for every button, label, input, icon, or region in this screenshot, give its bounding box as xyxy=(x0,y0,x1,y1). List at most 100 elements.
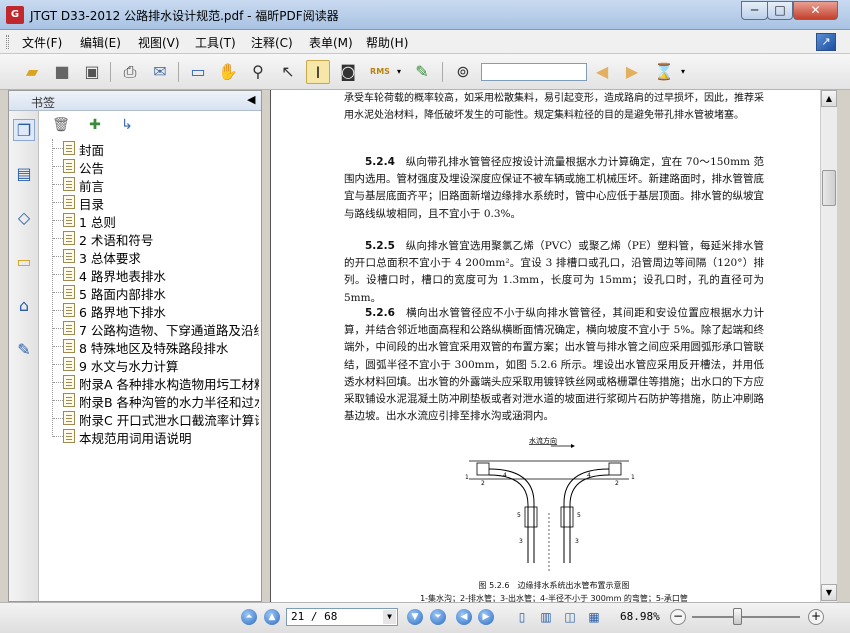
bookmark-item[interactable]: 1 总则 xyxy=(41,211,259,230)
menu-file[interactable]: 文件(F) xyxy=(22,34,62,51)
scroll-down-icon[interactable]: ▼ xyxy=(821,584,837,601)
find-binoculars-icon[interactable]: ⊚ xyxy=(451,60,475,84)
bookmark-page-icon xyxy=(63,429,75,443)
comments-tab-icon[interactable]: ▭ xyxy=(13,251,35,273)
select-arrow-icon[interactable]: ↖ xyxy=(276,60,300,84)
paragraph-continued: 承受车轮荷载的概率较高，如采用松散集料，易引起变形，造成路肩的过早损坏，因此，推… xyxy=(344,93,764,122)
bookmark-item[interactable]: 封面 xyxy=(41,139,259,158)
bookmark-toolbar: 🗑 ✚ ↳ xyxy=(41,113,261,137)
page-dropdown-icon[interactable]: ▼ xyxy=(383,610,396,624)
add-bookmark-icon[interactable]: ✚ xyxy=(85,115,105,135)
bookmark-item[interactable]: 9 水文与水力计算 xyxy=(41,355,259,374)
bookmark-item[interactable]: 本规范用词用语说明 xyxy=(41,427,259,446)
bookmark-item[interactable]: 5 路面内部排水 xyxy=(41,283,259,302)
continuous-icon[interactable]: ▥ xyxy=(538,609,554,625)
last-page-icon[interactable]: ⏷ xyxy=(430,609,446,625)
clause-text: 横向出水管管径应不小于纵向排水管管径，其间距和安设位置应根据水力计算，并结合邻近… xyxy=(344,307,765,423)
snapshot-icon[interactable]: ◙ xyxy=(336,60,360,84)
open-folder-icon[interactable]: ▰ xyxy=(20,60,44,84)
bookmark-item[interactable]: 2 术语和符号 xyxy=(41,229,259,248)
print-icon[interactable]: ⎙ xyxy=(118,60,142,84)
layers-tab-icon[interactable]: ◇ xyxy=(13,207,35,229)
menu-grip[interactable] xyxy=(6,35,9,49)
hand-tool-icon[interactable]: ✋ xyxy=(216,60,240,84)
zoom-in-icon[interactable]: + xyxy=(808,609,824,625)
zoom-out-icon[interactable]: − xyxy=(670,609,686,625)
toolbar-separator xyxy=(110,62,111,82)
continuous-facing-icon[interactable]: ▦ xyxy=(586,609,602,625)
bookmark-item[interactable]: 公告 xyxy=(41,157,259,176)
zoom-slider-thumb[interactable] xyxy=(732,608,742,625)
clause-number: 5.2.6 xyxy=(365,307,395,319)
menu-form[interactable]: 表单(M) xyxy=(309,34,353,51)
document-view[interactable]: 承受车轮荷载的概率较高，如采用松散集料，易引起变形，造成路肩的过早损坏，因此，推… xyxy=(270,90,820,602)
foxit-corner-icon[interactable]: ↗ xyxy=(816,33,836,51)
close-button[interactable]: ✕ xyxy=(793,1,838,20)
bookmark-page-icon xyxy=(63,249,75,263)
back-icon[interactable]: ◀ xyxy=(456,609,472,625)
rms-dropdown-icon[interactable]: ▾ xyxy=(394,60,404,84)
bookmark-item[interactable]: 附录B 各种沟管的水力半径和过水 xyxy=(41,391,259,410)
bookmark-item[interactable]: 附录C 开口式泄水口截流率计算诺 xyxy=(41,409,259,428)
menu-help[interactable]: 帮助(H) xyxy=(366,34,408,51)
maximize-button[interactable]: □ xyxy=(767,1,793,20)
bookmark-item[interactable]: 8 特殊地区及特殊路段排水 xyxy=(41,337,259,356)
callout-3-right: 3 xyxy=(575,538,579,545)
bookmark-item[interactable]: 目录 xyxy=(41,193,259,212)
fullscreen-icon[interactable]: ▭ xyxy=(186,60,210,84)
bookmark-page-icon xyxy=(63,231,75,245)
page-number-field[interactable]: 21 / 68 ▼ xyxy=(286,608,398,626)
menu-comment[interactable]: 注释(C) xyxy=(251,34,293,51)
bookmark-item[interactable]: 前言 xyxy=(41,175,259,194)
sign-icon[interactable]: ✎ xyxy=(410,60,434,84)
bookmark-tree: 封面 公告 前言 目录 1 总则 2 术语和符号 3 总体要求 4 路界地表排水… xyxy=(41,139,259,597)
window-title: JTGT D33-2012 公路排水设计规范.pdf - 福昕PDF阅读器 xyxy=(30,9,339,23)
single-page-icon[interactable]: ▯ xyxy=(514,609,530,625)
highlight-icon[interactable]: ⌛ xyxy=(652,60,676,84)
attachments-tab-icon[interactable]: ⌂ xyxy=(13,295,35,317)
add-child-bookmark-icon[interactable]: ↳ xyxy=(117,115,137,135)
flow-direction-label: 水流方向 xyxy=(529,436,557,445)
first-page-icon[interactable]: ⏶ xyxy=(241,609,257,625)
clause-number: 5.2.4 xyxy=(365,156,395,168)
email-icon[interactable]: ✉ xyxy=(148,60,172,84)
title-bar: G JTGT D33-2012 公路排水设计规范.pdf - 福昕PDF阅读器 … xyxy=(0,0,850,30)
callout-4-right: 4 xyxy=(587,472,591,479)
scroll-thumb[interactable] xyxy=(822,170,836,206)
search-input[interactable] xyxy=(481,63,587,81)
next-result-icon[interactable]: ▶ xyxy=(620,60,644,84)
scroll-up-icon[interactable]: ▲ xyxy=(821,90,837,107)
bookmark-item[interactable]: 3 总体要求 xyxy=(41,247,259,266)
bookmarks-tab-icon[interactable]: ❐ xyxy=(13,119,35,141)
callout-1-right: 1 xyxy=(631,474,635,481)
panel-splitter[interactable] xyxy=(262,90,270,602)
bookmark-item[interactable]: 附录A 各种排水构造物用圬工材料 xyxy=(41,373,259,392)
forward-icon[interactable]: ▶ xyxy=(478,609,494,625)
menu-edit[interactable]: 编辑(E) xyxy=(80,34,121,51)
next-page-icon[interactable]: ▼ xyxy=(407,609,423,625)
rms-icon[interactable]: RMS xyxy=(368,60,392,84)
page-number-value: 21 / 68 xyxy=(291,610,338,623)
prev-result-icon[interactable]: ◀ xyxy=(590,60,614,84)
zoom-tool-icon[interactable]: ⚲ xyxy=(246,60,270,84)
menu-view[interactable]: 视图(V) xyxy=(138,34,180,51)
facing-icon[interactable]: ◫ xyxy=(562,609,578,625)
text-select-icon[interactable]: Ⅰ xyxy=(306,60,330,84)
delete-bookmark-icon[interactable]: 🗑 xyxy=(51,115,71,135)
bookmark-item[interactable]: 7 公路构造物、下穿通道路及沿线设 xyxy=(41,319,259,338)
zoom-slider[interactable] xyxy=(692,616,800,618)
minimize-button[interactable]: ─ xyxy=(741,1,768,20)
bookmark-page-icon xyxy=(63,321,75,335)
panel-header: 书签 ◀ xyxy=(9,91,261,111)
collapse-panel-icon[interactable]: ◀ xyxy=(247,93,255,106)
bookmark-item[interactable]: 6 路界地下排水 xyxy=(41,301,259,320)
menu-tools[interactable]: 工具(T) xyxy=(195,34,236,51)
save-icon[interactable]: ■ xyxy=(50,60,74,84)
highlight-dropdown-icon[interactable]: ▾ xyxy=(678,60,688,84)
save-all-icon[interactable]: ▣ xyxy=(80,60,104,84)
prev-page-icon[interactable]: ▲ xyxy=(264,609,280,625)
signatures-tab-icon[interactable]: ✎ xyxy=(13,339,35,361)
pages-tab-icon[interactable]: ▤ xyxy=(13,163,35,185)
bookmark-item[interactable]: 4 路界地表排水 xyxy=(41,265,259,284)
vertical-scrollbar[interactable]: ▲ ▼ xyxy=(820,90,837,602)
